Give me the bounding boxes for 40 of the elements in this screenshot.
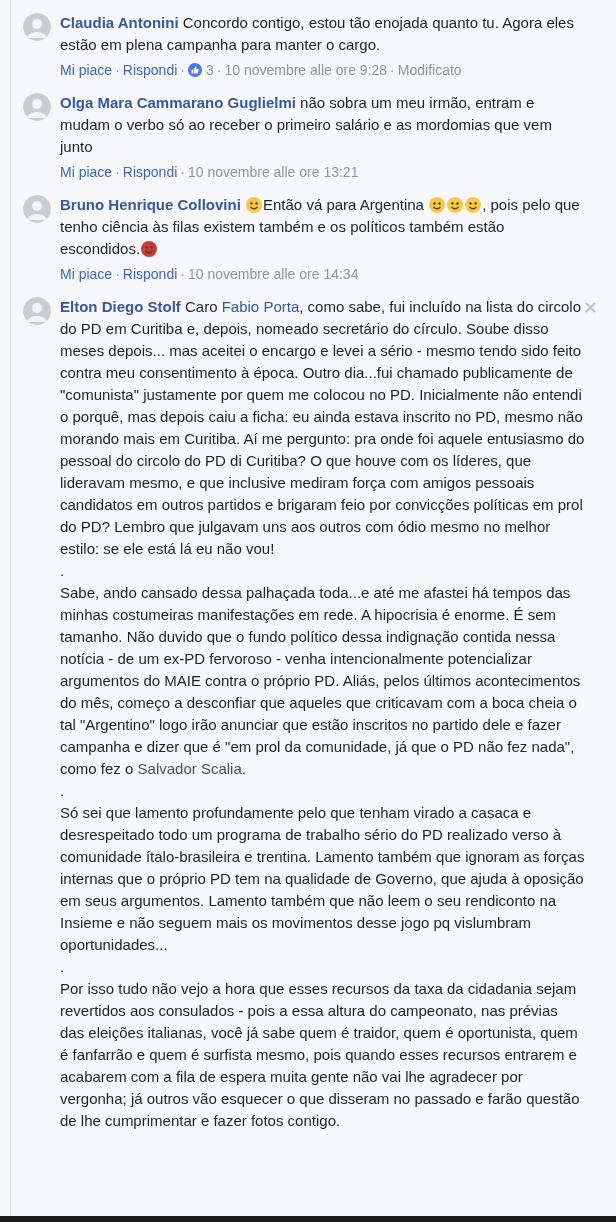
reaction-count[interactable]: 3 <box>205 60 214 80</box>
author-name[interactable]: Olga Mara Cammarano Guglielmi <box>60 94 296 111</box>
separator: · <box>180 265 185 284</box>
like-icon <box>187 63 202 77</box>
avatar[interactable] <box>23 13 51 41</box>
avatar[interactable] <box>23 195 51 223</box>
author-name[interactable]: Claudia Antonini <box>60 14 179 31</box>
comment-text: Bruno Henrique Collovini Então vá para Argentina , pois pelo que tenho ciência às filas existem também e os políticos também estão escondidos. <box>60 195 581 259</box>
timestamp[interactable]: 10 novembre alle ore 13:21 <box>187 162 359 182</box>
comment-text: Por isso tudo não vejo a hora que esses recursos da taxa da cidadania sejam revertidos aos consulados - pois a essa altura do campeonato, nas prévias das eleições italianas, você já sabe quem é traidor, quem é oportunista, quem é fanfarrão e quem é surfista mesmo, pois quando esses recursos entrarem e acabarem com a fila de espera muita gente não vai lhe agradecer por vergonha; já outros vão esquecer o que disseram no passado e farão questão de lhe cumprimentar e fazer fotos contigo. <box>60 979 581 1131</box>
separator: · <box>115 265 120 284</box>
like-link[interactable]: Mi piace <box>60 60 113 80</box>
reply-link[interactable]: Rispondi <box>122 162 178 182</box>
separator: · <box>115 61 120 80</box>
comment-text: Olga Mara Cammarano Guglielmi não sobra um meu irmão, entram e mudam o verbo só ao receber o primeiro salário e as mordomias que vem junto <box>60 93 553 157</box>
comment-text: . <box>60 561 66 581</box>
avatar[interactable] <box>23 297 51 325</box>
reply-link[interactable]: Rispondi <box>122 264 178 284</box>
separator: · <box>390 61 395 80</box>
avatar[interactable] <box>23 93 51 121</box>
profile-link[interactable]: Salvador Scalia <box>137 760 242 777</box>
comment-text: . <box>60 781 66 801</box>
comment-text: . <box>60 957 66 977</box>
comment-text: Elton Diego Stolf Caro Fabio Porta, como sabe, fui incluído na lista do circolo do PD em Curitiba e, depois, nomeado secretário do círculo. Soube disso meses depois... mas aceitei o encargo e levei a sério - mesmo tendo sido feito contra meu consentimento à época. Outro dia...fui chamado publicamente de "comunista" justamente por quem me colocou no PD. Inicialmente não entendi o porquê, mas depois caiu a ficha: eu ainda estava inscrito no PD, mesmo não morando mais em Curitiba. Aí me pergunto: pra onde foi aquele entusiasmo do pessoal do circolo do PD di Curitiba? O que houve com os líderes, que lideravam mesmo, e que inclusive mediram força com amigos pessoais candidatos em outros partidos e brigaram feio por convicções políticas em prol do PD? Lembro que julgavam uns aos outros com ódio mesmo no melhor estilo: se ele está lá eu não vou! <box>60 297 586 559</box>
edited-label[interactable]: Modificato <box>397 60 462 80</box>
separator: · <box>180 61 185 80</box>
like-link[interactable]: Mi piace <box>60 162 113 182</box>
separator: · <box>180 163 185 182</box>
timestamp[interactable]: 10 novembre alle ore 14:34 <box>187 264 359 284</box>
timestamp[interactable]: 10 novembre alle ore 9:28 <box>224 60 388 80</box>
close-icon[interactable] <box>585 302 596 313</box>
comment-text: Claudia Antonini Concordo contigo, estou tão enojada quanto tu. Agora eles estão em plena campanha para manter o cargo. <box>60 13 575 55</box>
author-name[interactable]: Bruno Henrique Collovini <box>60 196 241 213</box>
comment-text: Só sei que lamento profundamente pelo que tenham virado a casaca e desrespeitado todo um programa de trabalho sério do PD realizado verso à comunidade ítalo-brasileira e trentina. Lamento também que ignoram as forças internas que o próprio PD tem na qualidade de Governo, que ajuda à oposição em seus argumentos. Lamento também que não leem o seu rendiconto na Insieme e não seguem mais os movimentos desse jogo pq vislumbram oportunidades... <box>60 803 586 955</box>
author-name[interactable]: Elton Diego Stolf <box>60 298 181 315</box>
reply-link[interactable]: Rispondi <box>122 60 178 80</box>
separator: · <box>216 61 222 80</box>
separator: · <box>115 163 120 182</box>
like-link[interactable]: Mi piace <box>60 264 113 284</box>
comment-text: Sabe, ando cansado dessa palhaçada toda...e até me afastei há tempos das minhas costumeiras manifestações em rede. A hipocrisia é enorme. É sem tamanho. Não duvido que o fundo político dessa indignação contida nessa notícia - de um ex-PD fervoroso - venha intencionalmente potencializar argumentos do MAIE contra o próprio PD. Aliás, pelos últimos acontecimentos do mês, começo a desconfiar que aqueles que criticavam com a boca cheia o tal "Argentino" logo irão anunciar que estão inscritos no partido dele e fazer campanha e dizer que é "em prol da comunidade, já que o PD não fez nada", como fez o Salvador Scalia. <box>60 583 582 779</box>
